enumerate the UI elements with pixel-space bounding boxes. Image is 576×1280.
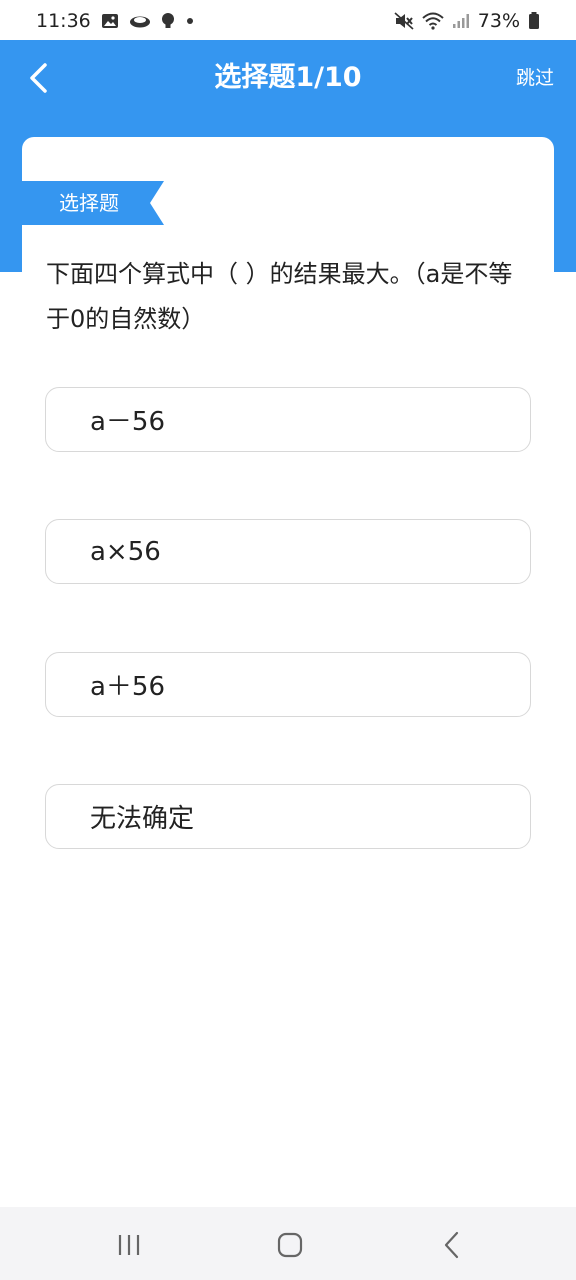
image-icon <box>101 13 119 29</box>
option-b[interactable]: a×56 <box>45 519 531 584</box>
recent-apps-icon <box>118 1235 140 1255</box>
option-label: 无法确定 <box>90 804 195 834</box>
cloud-icon <box>129 14 151 28</box>
wifi-icon <box>422 12 444 30</box>
status-right: 73% <box>394 10 540 32</box>
option-c[interactable]: a＋56 <box>45 652 531 717</box>
system-back-button[interactable] <box>432 1225 472 1265</box>
bulb-icon <box>161 12 175 30</box>
question-type-tag: 选择题 <box>22 181 164 225</box>
page-title: 选择题1/10 <box>214 62 362 93</box>
home-button[interactable] <box>270 1225 310 1265</box>
dot-icon <box>185 16 195 26</box>
status-time: 11:36 <box>36 10 91 32</box>
signal-icon <box>452 13 470 29</box>
question-type-label: 选择题 <box>59 191 119 215</box>
skip-button[interactable]: 跳过 <box>516 64 554 92</box>
option-label: a－56 <box>90 407 166 437</box>
option-d[interactable]: 无法确定 <box>45 784 531 849</box>
option-label: a＋56 <box>90 672 166 702</box>
recent-apps-button[interactable] <box>109 1225 149 1265</box>
battery-percent: 73% <box>477 10 520 32</box>
battery-icon <box>528 12 540 30</box>
status-bar: 11:36 73% <box>0 0 576 42</box>
mute-icon <box>394 12 414 30</box>
option-label: a×56 <box>90 536 161 567</box>
home-icon <box>277 1232 303 1258</box>
status-left: 11:36 <box>36 10 195 32</box>
back-icon <box>444 1231 459 1259</box>
question-text: 下面四个算式中（ ）的结果最大。（a是不等于0的自然数） <box>46 260 513 333</box>
system-nav-bar <box>0 1207 576 1280</box>
option-a[interactable]: a－56 <box>45 387 531 452</box>
